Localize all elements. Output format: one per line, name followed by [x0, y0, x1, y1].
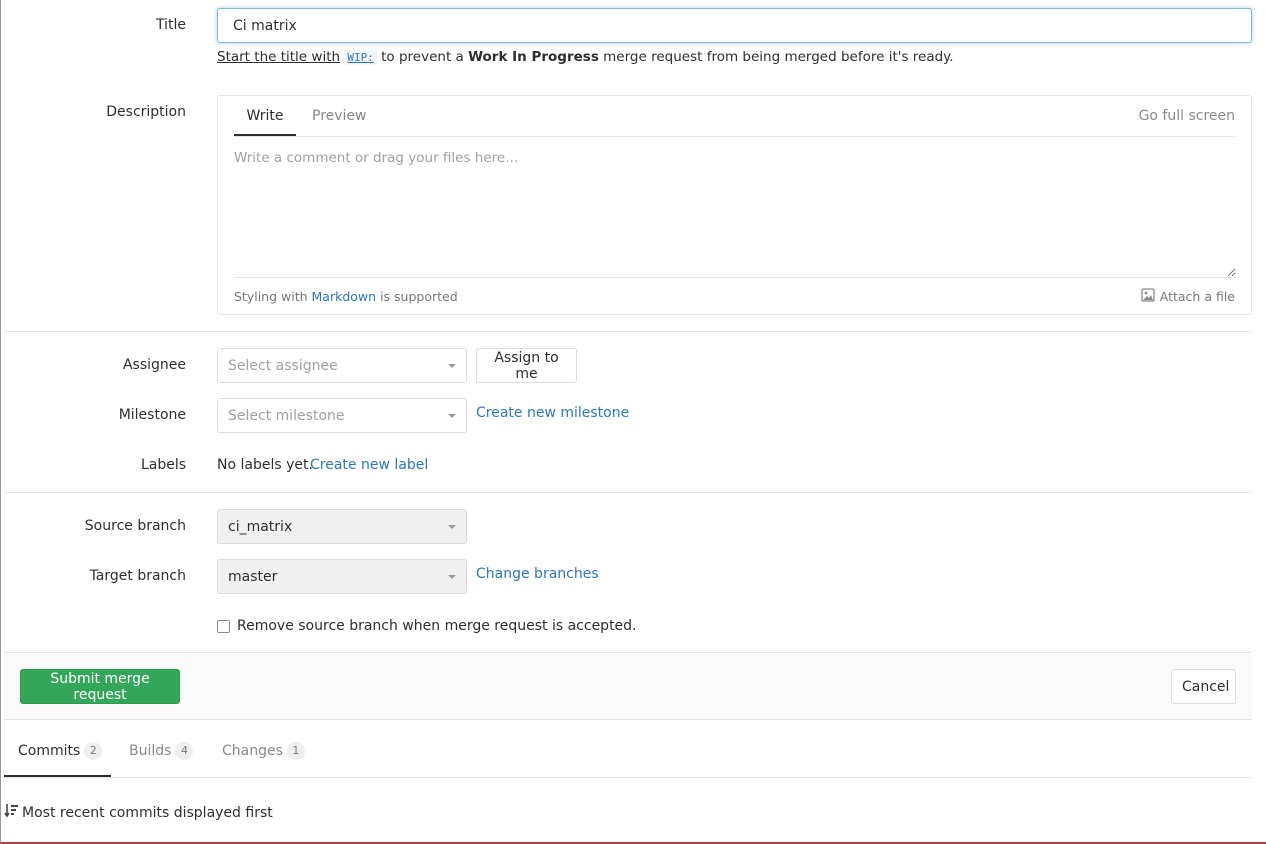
- description-textarea[interactable]: [234, 144, 1236, 278]
- source-branch-select[interactable]: ci_matrix: [217, 509, 467, 544]
- commits-order-note: Most recent commits displayed first: [4, 803, 273, 822]
- milestone-label: Milestone: [118, 407, 186, 423]
- wip-code[interactable]: WIP:: [344, 50, 377, 65]
- assignee-label: Assignee: [122, 357, 186, 373]
- labels-label: Labels: [140, 457, 186, 473]
- change-branches-link[interactable]: Change branches: [476, 566, 599, 582]
- markdown-note: Styling with Markdown is supported: [234, 289, 458, 304]
- tab-preview[interactable]: Preview: [312, 104, 367, 134]
- submit-merge-request-button[interactable]: Submit merge request: [20, 669, 180, 704]
- description-label: Description: [106, 104, 186, 120]
- create-label-link[interactable]: Create new label: [310, 457, 428, 473]
- section-divider: [4, 492, 1252, 493]
- chevron-down-icon: [448, 575, 456, 579]
- attach-file-label: Attach a file: [1159, 289, 1235, 304]
- assignee-select[interactable]: Select assignee: [217, 348, 467, 383]
- remove-source-branch-checkbox[interactable]: [217, 620, 230, 633]
- markdown-link[interactable]: Markdown: [312, 289, 377, 304]
- chevron-down-icon: [448, 414, 456, 418]
- tabs-divider: [4, 777, 1252, 778]
- target-branch-label: Target branch: [89, 568, 186, 584]
- remove-source-branch-label[interactable]: Remove source branch when merge request …: [237, 618, 637, 634]
- cancel-button[interactable]: Cancel: [1171, 669, 1236, 704]
- assignee-select-value: Select assignee: [228, 357, 338, 374]
- markdown-note-suffix: is supported: [380, 289, 458, 304]
- tab-changes[interactable]: Changes 1: [222, 742, 305, 760]
- target-branch-value: master: [228, 568, 278, 585]
- builds-count-badge: 4: [175, 742, 194, 760]
- create-milestone-link[interactable]: Create new milestone: [476, 405, 629, 421]
- chevron-down-icon: [448, 525, 456, 529]
- go-full-screen-link[interactable]: Go full screen: [1139, 108, 1235, 124]
- title-label: Title: [155, 17, 186, 33]
- changes-count-badge: 1: [286, 742, 305, 760]
- editor-tab-divider: [234, 136, 1235, 137]
- source-branch-label: Source branch: [84, 518, 186, 534]
- milestone-select[interactable]: Select milestone: [217, 398, 467, 433]
- tab-commits[interactable]: Commits 2: [18, 742, 103, 760]
- tab-write[interactable]: Write: [234, 104, 296, 136]
- title-input[interactable]: [217, 8, 1252, 43]
- commits-count-badge: 2: [84, 742, 103, 760]
- commits-order-text: Most recent commits displayed first: [22, 804, 273, 821]
- markdown-note-prefix: Styling with: [234, 289, 308, 304]
- tab-changes-label: Changes: [222, 743, 283, 759]
- image-icon: [1141, 288, 1155, 305]
- wip-hint-middle: to prevent a: [381, 49, 464, 65]
- milestone-select-value: Select milestone: [228, 407, 345, 424]
- attach-file-button[interactable]: Attach a file: [1141, 288, 1235, 305]
- wip-hint-link[interactable]: Start the title with: [217, 49, 340, 65]
- assign-to-me-button[interactable]: Assign to me: [476, 348, 577, 383]
- tab-builds[interactable]: Builds 4: [129, 742, 194, 760]
- section-divider: [4, 331, 1252, 332]
- form-actions-bar: [4, 652, 1252, 720]
- wip-hint-bold: Work In Progress: [468, 49, 599, 65]
- chevron-down-icon: [448, 364, 456, 368]
- wip-hint: Start the title with WIP: to prevent a W…: [217, 49, 954, 65]
- tab-builds-label: Builds: [129, 743, 172, 759]
- target-branch-select[interactable]: master: [217, 559, 467, 594]
- source-branch-value: ci_matrix: [228, 518, 293, 535]
- description-editor: Write Preview Go full screen Styling wit…: [217, 95, 1252, 315]
- tab-commits-label: Commits: [18, 743, 81, 759]
- no-labels-text: No labels yet.: [217, 457, 313, 473]
- wip-hint-suffix: merge request from being merged before i…: [603, 49, 954, 65]
- sort-descending-icon: [4, 803, 19, 822]
